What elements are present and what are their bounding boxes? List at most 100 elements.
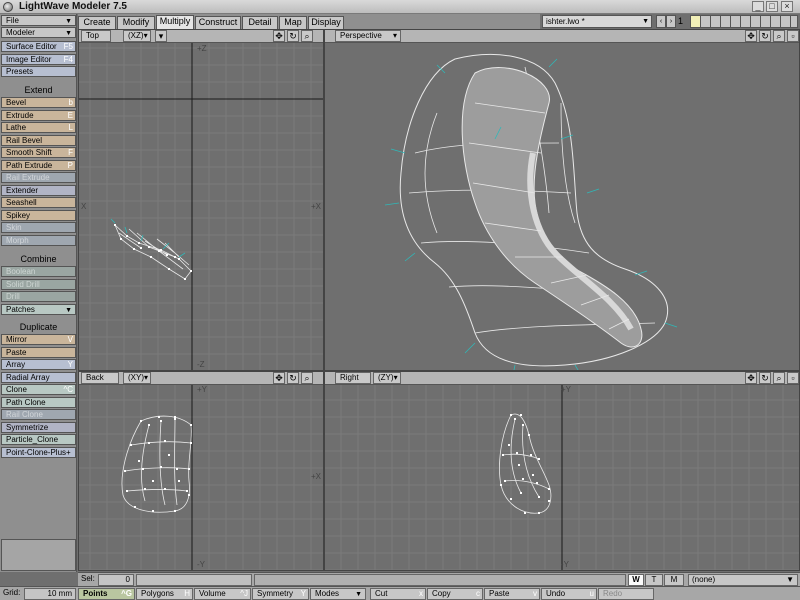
tab-construct[interactable]: Construct <box>195 16 241 29</box>
rotate-view-icon[interactable]: ↻ <box>759 30 771 42</box>
wtm-t-button[interactable]: T <box>645 574 663 586</box>
view-label[interactable]: Perspective ▾ <box>335 30 401 42</box>
tool-label: Paste <box>6 347 27 357</box>
tab-modify[interactable]: Modify <box>117 16 155 29</box>
tool-skin-button[interactable]: Skin <box>1 222 76 233</box>
object-selector[interactable]: ishter.lwo * ▼ <box>542 15 652 28</box>
tab-display[interactable]: Display <box>308 16 344 29</box>
tool-morph-button[interactable]: Morph <box>1 234 76 246</box>
axis-label-minus-y: -Y <box>197 560 205 569</box>
minimize-button[interactable]: _ <box>752 1 764 12</box>
tool-extrude-button[interactable]: Extrude E <box>1 109 76 121</box>
mode-points-button[interactable]: Points ^G <box>78 588 135 600</box>
tool-extender-button[interactable]: Extender <box>1 184 76 196</box>
prev-object-button[interactable]: ‹ <box>656 15 666 28</box>
tool-solid-drill-button[interactable]: Solid Drill <box>1 278 76 290</box>
move-view-icon[interactable]: ✥ <box>745 30 757 42</box>
move-view-icon[interactable]: ✥ <box>745 372 757 384</box>
tool-point-clone-plus-button[interactable]: Point-Clone-Plus+ <box>1 446 76 458</box>
view-label[interactable]: Right <box>335 372 371 384</box>
viewport-back[interactable]: Back (XY)▾ ✥ ↻ ⌕ +Y -Y +X <box>78 371 324 571</box>
edit-copy-button[interactable]: Copy c <box>427 588 483 600</box>
view-label[interactable]: Back <box>81 372 119 384</box>
morph-dropdown[interactable]: (none) ▼ <box>688 574 798 586</box>
tab-multiply[interactable]: Multiply <box>156 15 194 29</box>
view-axes-dropdown[interactable]: (ZY)▾ <box>373 372 401 384</box>
maximize-viewport-icon[interactable]: ▫ <box>787 372 799 384</box>
rotate-view-icon[interactable]: ↻ <box>287 372 299 384</box>
maximize-viewport-icon[interactable]: ▫ <box>787 30 799 42</box>
edit-cut-button[interactable]: Cut x <box>370 588 426 600</box>
tool-smooth-shift-button[interactable]: Smooth Shift F <box>1 147 76 158</box>
tab-map[interactable]: Map <box>279 16 307 29</box>
chevron-down-icon[interactable]: ▾ <box>155 30 167 42</box>
zoom-view-icon[interactable]: ⌕ <box>773 30 785 42</box>
tool-presets-button[interactable]: Presets <box>1 66 76 77</box>
tool-path-extrude-button[interactable]: Path Extrude P <box>1 159 76 171</box>
tab-detail[interactable]: Detail <box>242 16 278 29</box>
mode-polygons-button[interactable]: Polygons H <box>136 588 193 600</box>
edit-undo-button[interactable]: Undo u <box>541 588 597 600</box>
mode-modes-button[interactable]: Modes ▼ <box>310 588 366 600</box>
edit-paste-button[interactable]: Paste v <box>484 588 540 600</box>
tool-rail-clone-button[interactable]: Rail Clone <box>1 409 76 420</box>
zoom-view-icon[interactable]: ⌕ <box>301 30 313 42</box>
tool-particle-clone-button[interactable]: Particle_Clone <box>1 434 76 445</box>
tool-boolean-button[interactable]: Boolean <box>1 266 76 277</box>
tool-surface-editor-button[interactable]: Surface Editor F5 <box>1 41 76 52</box>
viewport-right[interactable]: Right (ZY)▾ ✥ ↻ ⌕ ▫ +Y -Y <box>324 371 800 571</box>
axis-label-plus-y: +Y <box>561 385 572 394</box>
rotate-view-icon[interactable]: ↻ <box>759 372 771 384</box>
tool-paste-button[interactable]: Paste <box>1 346 76 358</box>
grid-lines <box>79 385 323 570</box>
tool-path-clone-button[interactable]: Path Clone <box>1 396 76 408</box>
tool-spikey-button[interactable]: Spikey <box>1 209 76 221</box>
tool-lathe-button[interactable]: Lathe L <box>1 122 76 133</box>
tool-patches-button[interactable]: Patches ▼ <box>1 303 76 315</box>
tool-drill-button[interactable]: Drill <box>1 291 76 302</box>
view-axes-dropdown[interactable]: (XY)▾ <box>123 372 151 384</box>
wtm-m-button[interactable]: M <box>664 574 684 586</box>
view-label[interactable]: Top <box>81 30 111 42</box>
tool-mirror-button[interactable]: Mirror V <box>1 334 76 345</box>
tool-clone-button[interactable]: Clone ^C <box>1 384 76 395</box>
tab-create[interactable]: Create <box>78 16 116 29</box>
tool-radial-array-button[interactable]: Radial Array <box>1 371 76 383</box>
tool-array-button[interactable]: Array Y <box>1 359 76 370</box>
viewport-perspective[interactable]: Perspective ▾ ✥ ↻ ⌕ ▫ <box>324 29 800 371</box>
tool-bevel-button[interactable]: Bevel b <box>1 97 76 108</box>
move-view-icon[interactable]: ✥ <box>273 30 285 42</box>
tool-symmetrize-button[interactable]: Symmetrize <box>1 421 76 433</box>
chevron-down-icon: ▼ <box>355 591 362 598</box>
grid-value: 10 mm <box>24 588 76 600</box>
rotate-view-icon[interactable]: ↻ <box>287 30 299 42</box>
wtm-w-button[interactable]: W <box>628 574 644 586</box>
tool-seashell-button[interactable]: Seashell <box>1 197 76 208</box>
maximize-button[interactable]: □ <box>766 1 778 12</box>
mode-label: Volume <box>199 589 226 598</box>
layer-number: 1 <box>678 16 684 26</box>
zoom-view-icon[interactable]: ⌕ <box>301 372 313 384</box>
axis-label-plus-x: +X <box>311 472 322 481</box>
tool-label: Array <box>6 360 26 369</box>
chevron-down-icon: ▼ <box>65 18 72 25</box>
active-layer-button[interactable] <box>691 16 700 27</box>
mode-volume-button[interactable]: Volume ^J <box>194 588 251 600</box>
next-object-button[interactable]: › <box>666 15 676 28</box>
axis-label-plus-y: +Y <box>197 385 208 394</box>
modeler-menu[interactable]: Modeler ▼ <box>1 27 76 38</box>
zoom-view-icon[interactable]: ⌕ <box>773 372 785 384</box>
morph-value: (none) <box>692 575 716 584</box>
tool-rail-extrude-button[interactable]: Rail Extrude <box>1 172 76 183</box>
close-button[interactable]: × <box>781 1 793 12</box>
viewport-top[interactable]: Top (XZ)▾ ▾ ✥ ↻ ⌕ +Z -Z +X X <box>78 29 324 371</box>
tool-image-editor-button[interactable]: Image Editor F4 <box>1 53 76 65</box>
grid-lines <box>79 43 323 370</box>
edit-redo-button[interactable]: Redo <box>598 588 654 600</box>
tool-rail-bevel-button[interactable]: Rail Bevel <box>1 134 76 146</box>
move-view-icon[interactable]: ✥ <box>273 372 285 384</box>
view-axes-dropdown[interactable]: (XZ)▾ <box>123 30 151 42</box>
mode-symmetry-button[interactable]: Symmetry Y <box>252 588 309 600</box>
file-menu[interactable]: File ▼ <box>1 15 76 26</box>
layer-buttons[interactable] <box>690 15 798 28</box>
